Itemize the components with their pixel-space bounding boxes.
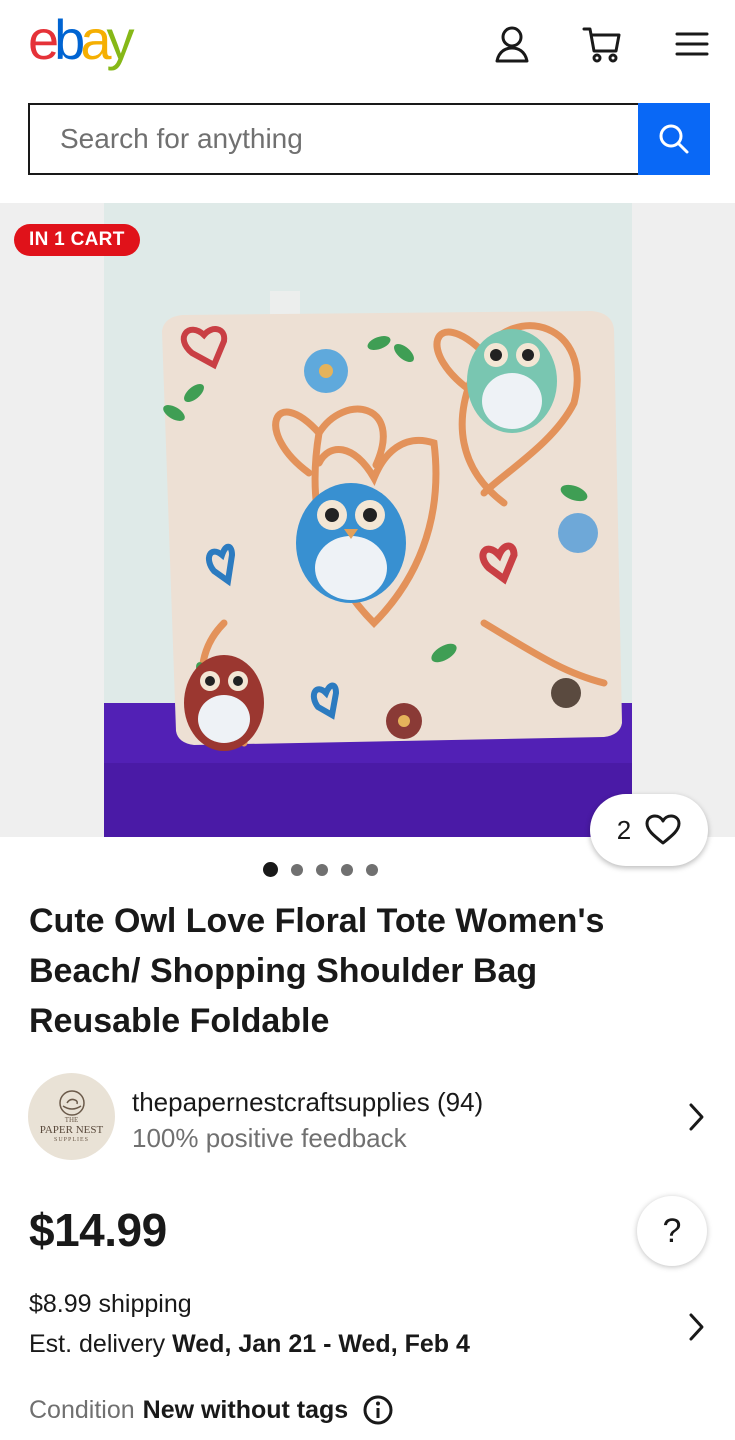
item-title: Cute Owl Love Floral Tote Women's Beach/… [29, 902, 605, 1040]
pagination-dot[interactable] [340, 863, 353, 876]
delivery-label: Est. delivery [29, 1330, 166, 1358]
shipping-chevron-right-icon[interactable] [684, 1311, 708, 1343]
logo-letter-y: y [106, 8, 134, 71]
help-button[interactable]: ? [637, 1196, 707, 1266]
ebay-logo[interactable]: ebay [28, 8, 134, 71]
image-gallery[interactable]: IN 1 CART [0, 203, 735, 837]
seller-avatar: THE PAPER NEST SUPPLIES [28, 1073, 115, 1160]
pagination-dot[interactable] [315, 863, 328, 876]
estimated-delivery: Est. delivery Wed, Jan 21 - Wed, Feb 4 [29, 1330, 470, 1359]
logo-letter-a: a [80, 8, 111, 71]
search-button[interactable] [638, 103, 710, 175]
header: ebay [0, 0, 735, 92]
pagination-dot[interactable] [262, 862, 278, 877]
seller-avatar-top: THE [64, 1115, 79, 1124]
seller-avatar-name: PAPER NEST [39, 1123, 104, 1136]
delivery-dates: Wed, Jan 21 - Wed, Feb 4 [172, 1330, 470, 1358]
seller-avatar-bottom: SUPPLIES [53, 1136, 89, 1143]
heart-icon [645, 814, 681, 845]
search-input[interactable] [28, 103, 638, 175]
condition-label: Condition [29, 1395, 135, 1424]
seller-info[interactable]: THE PAPER NEST SUPPLIES thepapernestcraf… [28, 1073, 718, 1161]
watch-count: 2 [616, 814, 632, 845]
logo-letter-b: b [54, 8, 85, 71]
seller-feedback: 100% positive feedback [132, 1123, 407, 1153]
chevron-right-icon [689, 1103, 704, 1131]
info-icon[interactable] [362, 1394, 394, 1426]
cart-icon[interactable] [580, 22, 624, 66]
account-icon[interactable] [490, 22, 534, 66]
item-condition: Condition New without tags [29, 1394, 394, 1426]
watch-button[interactable]: 2 [590, 794, 708, 866]
search-bar [28, 103, 710, 175]
seller-name: thepapernestcraftsupplies (94) [132, 1087, 484, 1117]
pagination-dot[interactable] [290, 863, 303, 876]
item-price: $14.99 [29, 1204, 167, 1256]
condition-value: New without tags [142, 1395, 349, 1424]
search-icon [659, 124, 689, 154]
logo-letter-e: e [28, 8, 59, 71]
menu-icon[interactable] [670, 22, 714, 66]
product-photo[interactable] [104, 203, 632, 837]
nest-logo-icon [58, 1089, 85, 1116]
gallery-pagination [0, 862, 640, 877]
in-cart-badge: IN 1 CART [14, 224, 140, 256]
pagination-dot[interactable] [365, 863, 378, 876]
shipping-cost: $8.99 shipping [29, 1290, 192, 1318]
